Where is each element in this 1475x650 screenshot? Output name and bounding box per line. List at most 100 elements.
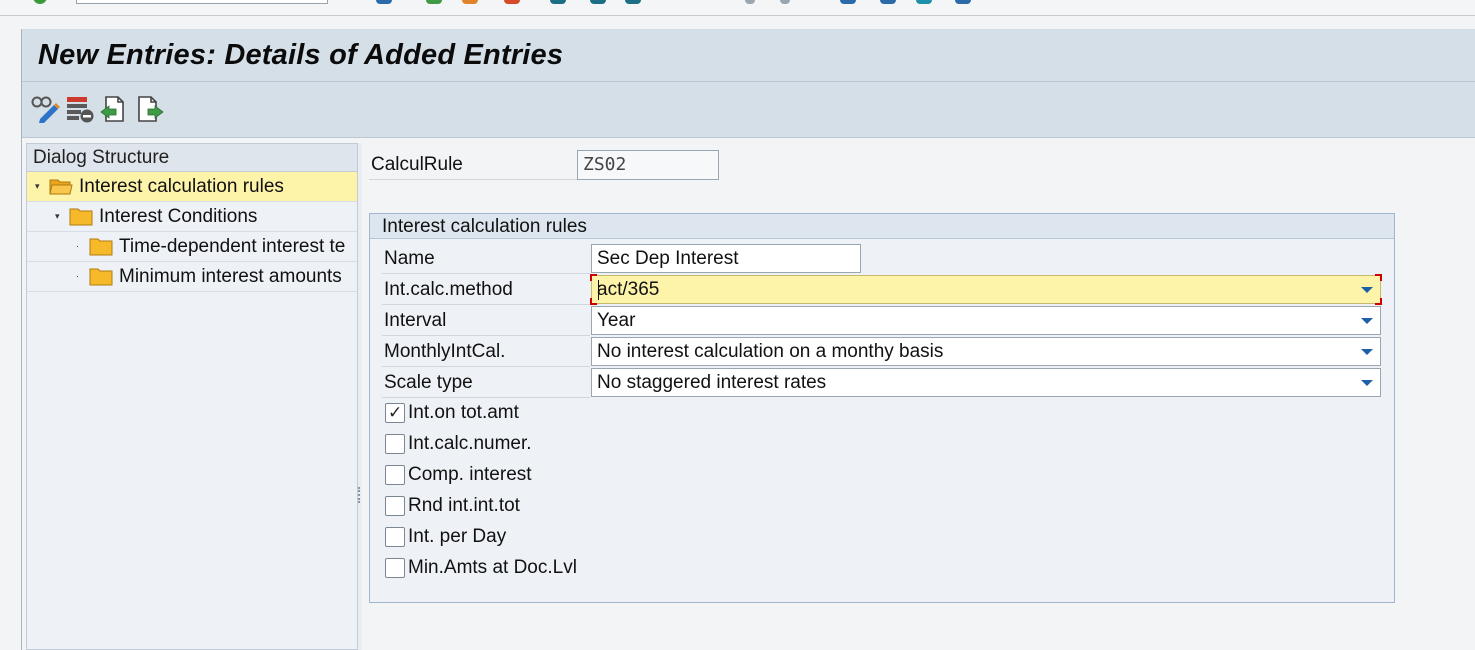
tree-item-label: Minimum interest amounts: [119, 266, 342, 287]
command-field[interactable]: [76, 0, 328, 4]
monthly-int-cal-label: MonthlyIntCal.: [384, 341, 506, 362]
change-display-button[interactable]: [30, 94, 60, 124]
monthly-int-cal-dropdown[interactable]: No interest calculation on a monthy basi…: [591, 337, 1381, 366]
scale-type-label: Scale type: [384, 372, 473, 393]
change-display-icon: [31, 96, 60, 123]
leaf-bullet-icon: ·: [76, 241, 79, 251]
folder-icon: [89, 268, 113, 286]
label-underline: [382, 366, 590, 367]
interval-dropdown[interactable]: Year: [591, 306, 1381, 335]
label-underline: [382, 304, 590, 305]
interval-value: Year: [597, 310, 636, 331]
print-icon[interactable]: [550, 0, 566, 4]
dropdown-arrow-icon[interactable]: [1361, 287, 1373, 293]
dropdown-arrow-icon[interactable]: [1361, 349, 1373, 355]
previous-entry-icon: [100, 96, 124, 122]
first-page-icon[interactable]: [745, 0, 755, 4]
name-value: Sec Dep Interest: [597, 248, 739, 269]
int-calc-method-row: Int.calc.method act/365: [382, 274, 1384, 305]
int-on-tot-amt-label: Int.on tot.amt: [408, 402, 519, 423]
min-amts-at-doc-lvl-checkbox[interactable]: [385, 558, 405, 578]
comp-interest-checkbox[interactable]: [385, 465, 405, 485]
application-toolbar: [22, 82, 1475, 138]
tree-item-interest-conditions[interactable]: ▾ Interest Conditions: [27, 202, 357, 232]
delete-icon: [67, 97, 94, 123]
shortcut-icon[interactable]: [880, 0, 896, 4]
interval-row: Interval Year: [382, 306, 1384, 336]
dropdown-arrow-icon[interactable]: [1361, 318, 1373, 324]
checkmark-icon: ✓: [388, 403, 403, 423]
int-calc-numer-checkbox[interactable]: [385, 434, 405, 454]
exit-icon[interactable]: [462, 0, 478, 4]
calcul-rule-field[interactable]: ZS02: [577, 150, 719, 180]
min-amts-at-doc-lvl-label: Min.Amts at Doc.Lvl: [408, 557, 577, 578]
open-folder-icon: [49, 179, 73, 195]
dialog-structure-header: Dialog Structure: [27, 144, 357, 172]
label-underline: [382, 397, 590, 398]
rnd-int-int-tot-label: Rnd int.int.tot: [408, 495, 520, 516]
panel-splitter[interactable]: [358, 143, 362, 650]
calcul-rule-underline: [369, 179, 577, 180]
create-session-icon[interactable]: [840, 0, 856, 4]
focus-corner: [1375, 298, 1382, 305]
next-entry-icon: [138, 96, 164, 122]
leaf-bullet-icon: ·: [76, 271, 79, 281]
delete-button[interactable]: [65, 94, 95, 124]
expanded-arrow-icon[interactable]: ▾: [35, 181, 45, 191]
layout-icon[interactable]: [955, 0, 971, 4]
next-entry-button[interactable]: [135, 94, 165, 124]
int-calc-method-label: Int.calc.method: [384, 279, 513, 300]
interest-calculation-rules-group: Interest calculation rules Name Sec Dep …: [369, 213, 1395, 603]
previous-entry-button[interactable]: [99, 94, 129, 124]
page-title: New Entries: Details of Added Entries: [38, 39, 564, 71]
save-icon[interactable]: [376, 0, 392, 4]
enter-icon[interactable]: [33, 0, 47, 4]
system-toolbar: [0, 0, 1475, 16]
find-next-icon[interactable]: [625, 0, 641, 4]
tree-item-label: Time-dependent interest te: [119, 236, 346, 257]
dropdown-arrow-icon[interactable]: [1361, 380, 1373, 386]
name-row: Name Sec Dep Interest: [382, 244, 1384, 274]
label-underline: [382, 335, 590, 336]
scale-type-row: Scale type No staggered interest rates: [382, 368, 1384, 398]
scale-type-value: No staggered interest rates: [597, 372, 827, 393]
back-icon[interactable]: [426, 0, 442, 4]
name-field[interactable]: Sec Dep Interest: [591, 244, 861, 273]
name-label: Name: [384, 248, 435, 269]
int-calc-method-value: act/365: [597, 279, 660, 300]
last-page-icon[interactable]: [780, 0, 790, 4]
tree-item-interest-calculation-rules[interactable]: ▾ Interest calculation rules: [27, 172, 357, 202]
int-on-tot-amt-checkbox[interactable]: ✓: [385, 403, 405, 423]
focus-corner: [1375, 274, 1382, 281]
help-icon[interactable]: [916, 0, 932, 4]
calcul-rule-label: CalculRule: [371, 154, 463, 175]
title-bar: New Entries: Details of Added Entries: [22, 29, 1475, 82]
scale-type-dropdown[interactable]: No staggered interest rates: [591, 368, 1381, 397]
int-calc-method-dropdown[interactable]: act/365: [590, 274, 1382, 305]
focus-corner: [590, 274, 597, 281]
monthly-int-cal-row: MonthlyIntCal. No interest calculation o…: [382, 337, 1384, 367]
interval-label: Interval: [384, 310, 447, 331]
tree-item-label: Interest calculation rules: [79, 176, 284, 197]
rnd-int-int-tot-checkbox[interactable]: [385, 496, 405, 516]
folder-icon: [89, 238, 113, 256]
folder-icon: [69, 208, 93, 226]
tree-item-label: Interest Conditions: [99, 206, 258, 227]
tree-item-minimum-interest-amounts[interactable]: · Minimum interest amounts: [27, 262, 357, 292]
main-window: New Entries: Details of Added Entries Di…: [21, 29, 1475, 650]
cancel-icon[interactable]: [504, 0, 520, 4]
label-underline: [382, 273, 590, 274]
monthly-int-cal-value: No interest calculation on a monthy basi…: [597, 341, 944, 362]
comp-interest-label: Comp. interest: [408, 464, 532, 485]
text-caret: [598, 280, 599, 300]
int-calc-numer-label: Int.calc.numer.: [408, 433, 532, 454]
splitter-grip-icon[interactable]: [358, 487, 360, 503]
group-title: Interest calculation rules: [370, 214, 1394, 239]
int-per-day-checkbox[interactable]: [385, 527, 405, 547]
tree-item-time-dependent-interest[interactable]: · Time-dependent interest te: [27, 232, 357, 262]
find-icon[interactable]: [590, 0, 606, 4]
expanded-arrow-icon[interactable]: ▾: [55, 211, 65, 221]
int-per-day-label: Int. per Day: [408, 526, 507, 547]
dialog-structure-panel: Dialog Structure ▾ Interest calculation …: [26, 143, 358, 650]
focus-corner: [590, 298, 597, 305]
